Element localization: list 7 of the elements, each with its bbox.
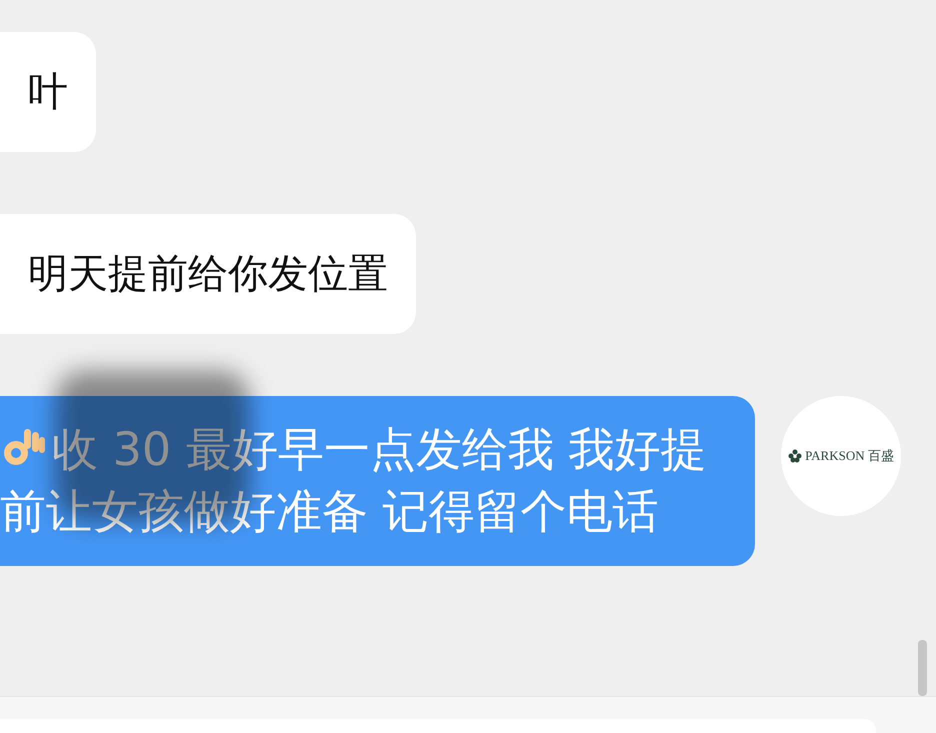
message-text: 叶 <box>28 69 68 115</box>
message-text: 明天提前给你发位置 <box>28 251 388 297</box>
logo-text: PARKSON 百盛 <box>805 447 894 465</box>
scrollbar[interactable] <box>918 640 927 696</box>
flower-icon <box>788 449 802 463</box>
message-text: 收 30 最好早一点发给我 我好提前让女孩做好准备 记得留个电话 <box>0 422 706 538</box>
avatar[interactable]: PARKSON 百盛 <box>781 396 901 516</box>
